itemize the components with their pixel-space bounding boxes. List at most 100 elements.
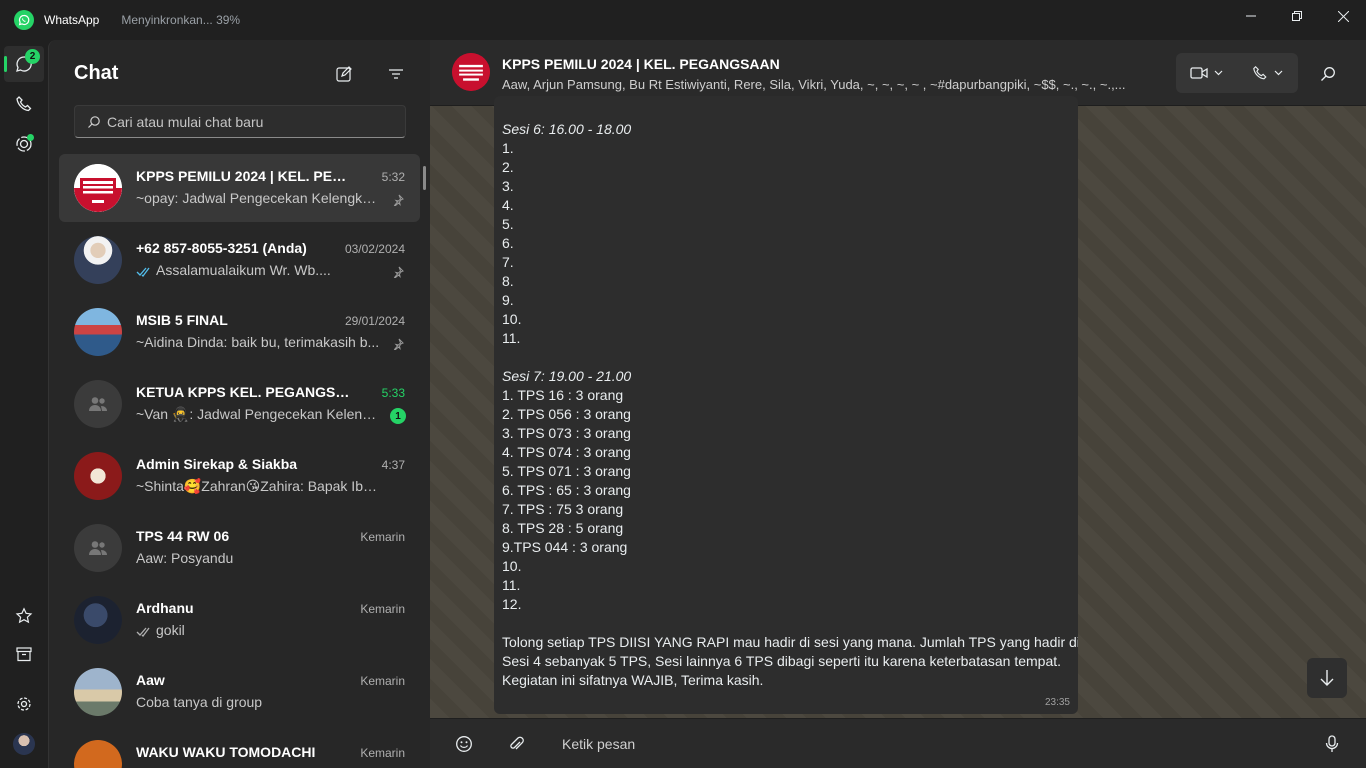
chat-list-scrollbar[interactable] xyxy=(423,166,426,190)
read-ticks-icon xyxy=(136,265,152,281)
chat-preview: ~Van 🥷: Jadwal Pengecekan Kelengk... xyxy=(136,406,381,422)
message-text: 11. Sesi 6: 16.00 - 18.00 1. 2. 3. 4. 5. 6. 7. 8.… xyxy=(502,96,1078,690)
group-placeholder-avatar xyxy=(74,524,122,572)
gear-icon xyxy=(17,697,31,711)
message-line: Sesi 4 sebanyak 5 TPS, Sesi lainnya 6 TP… xyxy=(502,653,1062,669)
chat-item-aaw[interactable]: Aaw Kemarin Coba tanya di group xyxy=(59,658,420,726)
chat-time: 5:32 xyxy=(381,170,405,184)
rail-status-button[interactable] xyxy=(4,126,44,162)
status-new-dot xyxy=(27,134,34,141)
star-icon xyxy=(15,607,33,624)
rail-settings-button[interactable] xyxy=(4,686,44,722)
group-title: KPPS PEMILU 2024 | KEL. PEGANGSAAN xyxy=(502,56,780,72)
video-call-button[interactable] xyxy=(1176,53,1237,93)
group-icon xyxy=(89,397,107,411)
group-avatar xyxy=(74,308,122,356)
chat-time: Kemarin xyxy=(360,530,405,544)
group-avatar xyxy=(74,452,122,500)
message-input[interactable] xyxy=(562,733,1262,755)
search-icon xyxy=(88,115,100,128)
message-line: 8. xyxy=(502,273,514,289)
message-line: 3. xyxy=(502,178,514,194)
chat-item-msib[interactable]: MSIB 5 FINAL 29/01/2024 ~Aidina Dinda: b… xyxy=(59,298,420,366)
chat-item-kpps-pemilu[interactable]: KPPS PEMILU 2024 | KEL. PEGAN... 5:32 ~o… xyxy=(59,154,420,222)
pin-icon xyxy=(390,336,406,352)
message-line: 6. TPS : 65 : 3 orang xyxy=(502,482,631,498)
chat-item-admin-sirekap[interactable]: Admin Sirekap & Siakba 4:37 ~Shinta🥰Zahr… xyxy=(59,442,420,510)
voice-message-button[interactable] xyxy=(1320,732,1344,756)
compose-icon xyxy=(336,66,352,82)
group-icon xyxy=(89,541,107,555)
message-line: Sesi 7: 19.00 - 21.00 xyxy=(502,368,632,384)
close-button[interactable] xyxy=(1320,0,1366,32)
conversation-pane: KPPS PEMILU 2024 | KEL. PEGANGSAAN Aaw, … xyxy=(430,40,1366,768)
chat-name: MSIB 5 FINAL xyxy=(136,312,228,328)
message-line: Sesi 6: 16.00 - 18.00 xyxy=(502,121,632,137)
rail-starred-button[interactable] xyxy=(4,598,44,634)
chevron-down-icon xyxy=(1214,70,1223,76)
chat-time: 4:37 xyxy=(381,458,405,472)
pin-icon xyxy=(390,264,406,280)
message-line: 9.TPS 044 : 3 orang xyxy=(502,539,628,555)
emoji-button[interactable] xyxy=(452,732,476,756)
message-line: 4. xyxy=(502,197,514,213)
chat-name: Admin Sirekap & Siakba xyxy=(136,456,298,472)
group-avatar xyxy=(74,164,122,212)
profile-avatar xyxy=(13,733,35,755)
chat-item-waku-waku[interactable]: WAKU WAKU TOMODACHI Kemarin xyxy=(59,730,420,768)
contact-avatar xyxy=(74,668,122,716)
filter-button[interactable] xyxy=(382,62,410,86)
chat-item-ardhanu[interactable]: Ardhanu Kemarin gokil xyxy=(59,586,420,654)
whatsapp-logo-icon xyxy=(14,10,34,30)
rail-profile-button[interactable] xyxy=(4,726,44,762)
search-messages-button[interactable] xyxy=(1316,62,1340,86)
message-bubble[interactable]: 11. Sesi 6: 16.00 - 18.00 1. 2. 3. 4. 5. 6. 7. 8.… xyxy=(494,96,1078,714)
archive-icon xyxy=(16,647,32,662)
chat-preview: ~Aidina Dinda: baik bu, terimakasih b... xyxy=(136,334,380,350)
chats-unread-badge: 2 xyxy=(25,49,40,64)
minimize-button[interactable] xyxy=(1228,0,1274,32)
scroll-to-bottom-button[interactable] xyxy=(1307,658,1347,698)
chat-preview: ~Shinta🥰Zahran😘Zahira: Bapak Ibu t... xyxy=(136,478,381,494)
chat-preview: ~opay: Jadwal Pengecekan Kelengkap... xyxy=(136,190,381,206)
paperclip-icon xyxy=(510,736,524,750)
filter-icon xyxy=(389,69,403,79)
chat-list-panel: Chat KPPS PEMILU 2024 | KEL. PEGAN... 5:… xyxy=(48,40,430,768)
message-line: 2. xyxy=(502,159,514,175)
voice-call-button[interactable] xyxy=(1237,53,1298,93)
restore-button[interactable] xyxy=(1274,0,1320,32)
rail-chats-button[interactable]: 2 xyxy=(4,46,44,82)
rail-archived-button[interactable] xyxy=(4,636,44,672)
message-line xyxy=(502,348,1062,367)
sync-status: Menyinkronkan... 39% xyxy=(121,13,241,27)
message-line: 7. xyxy=(502,254,514,270)
search-box[interactable] xyxy=(74,105,406,138)
message-line: 5. xyxy=(502,216,514,232)
attach-button[interactable] xyxy=(504,732,528,756)
chat-name: Aaw xyxy=(136,672,165,688)
delivered-ticks-icon xyxy=(136,625,152,641)
search-input[interactable] xyxy=(107,113,397,130)
group-avatar xyxy=(74,740,122,768)
chat-time: 5:33 xyxy=(381,386,405,400)
chat-time: Kemarin xyxy=(360,674,405,688)
message-time: 23:35 xyxy=(1044,697,1070,708)
new-chat-button[interactable] xyxy=(330,62,358,86)
chat-name: TPS 44 RW 06 xyxy=(136,528,230,544)
message-line: 7. TPS : 75 3 orang xyxy=(502,501,624,517)
message-line: Tolong setiap TPS DIISI YANG RAPI mau ha… xyxy=(502,634,1078,650)
chat-item-self[interactable]: +62 857-8055-3251 (Anda) 03/02/2024 Assa… xyxy=(59,226,420,294)
video-camera-icon xyxy=(1190,67,1208,79)
panel-title: Chat xyxy=(74,62,119,84)
rail-calls-button[interactable] xyxy=(4,86,44,122)
chat-name: Ardhanu xyxy=(136,600,194,616)
chat-item-tps-44[interactable]: TPS 44 RW 06 Kemarin Aaw: Posyandu xyxy=(59,514,420,582)
chat-preview: gokil xyxy=(156,622,185,638)
microphone-icon xyxy=(1325,735,1339,752)
message-line: 12. xyxy=(502,596,522,612)
message-line: 10. xyxy=(502,311,522,327)
chat-name: KPPS PEMILU 2024 | KEL. PEGAN... xyxy=(136,168,356,184)
search-icon xyxy=(1321,67,1335,81)
chat-item-ketua-kpps[interactable]: KETUA KPPS KEL. PEGANGSAAN 5:33 ~Van 🥷: … xyxy=(59,370,420,438)
chat-time: Kemarin xyxy=(360,602,405,616)
